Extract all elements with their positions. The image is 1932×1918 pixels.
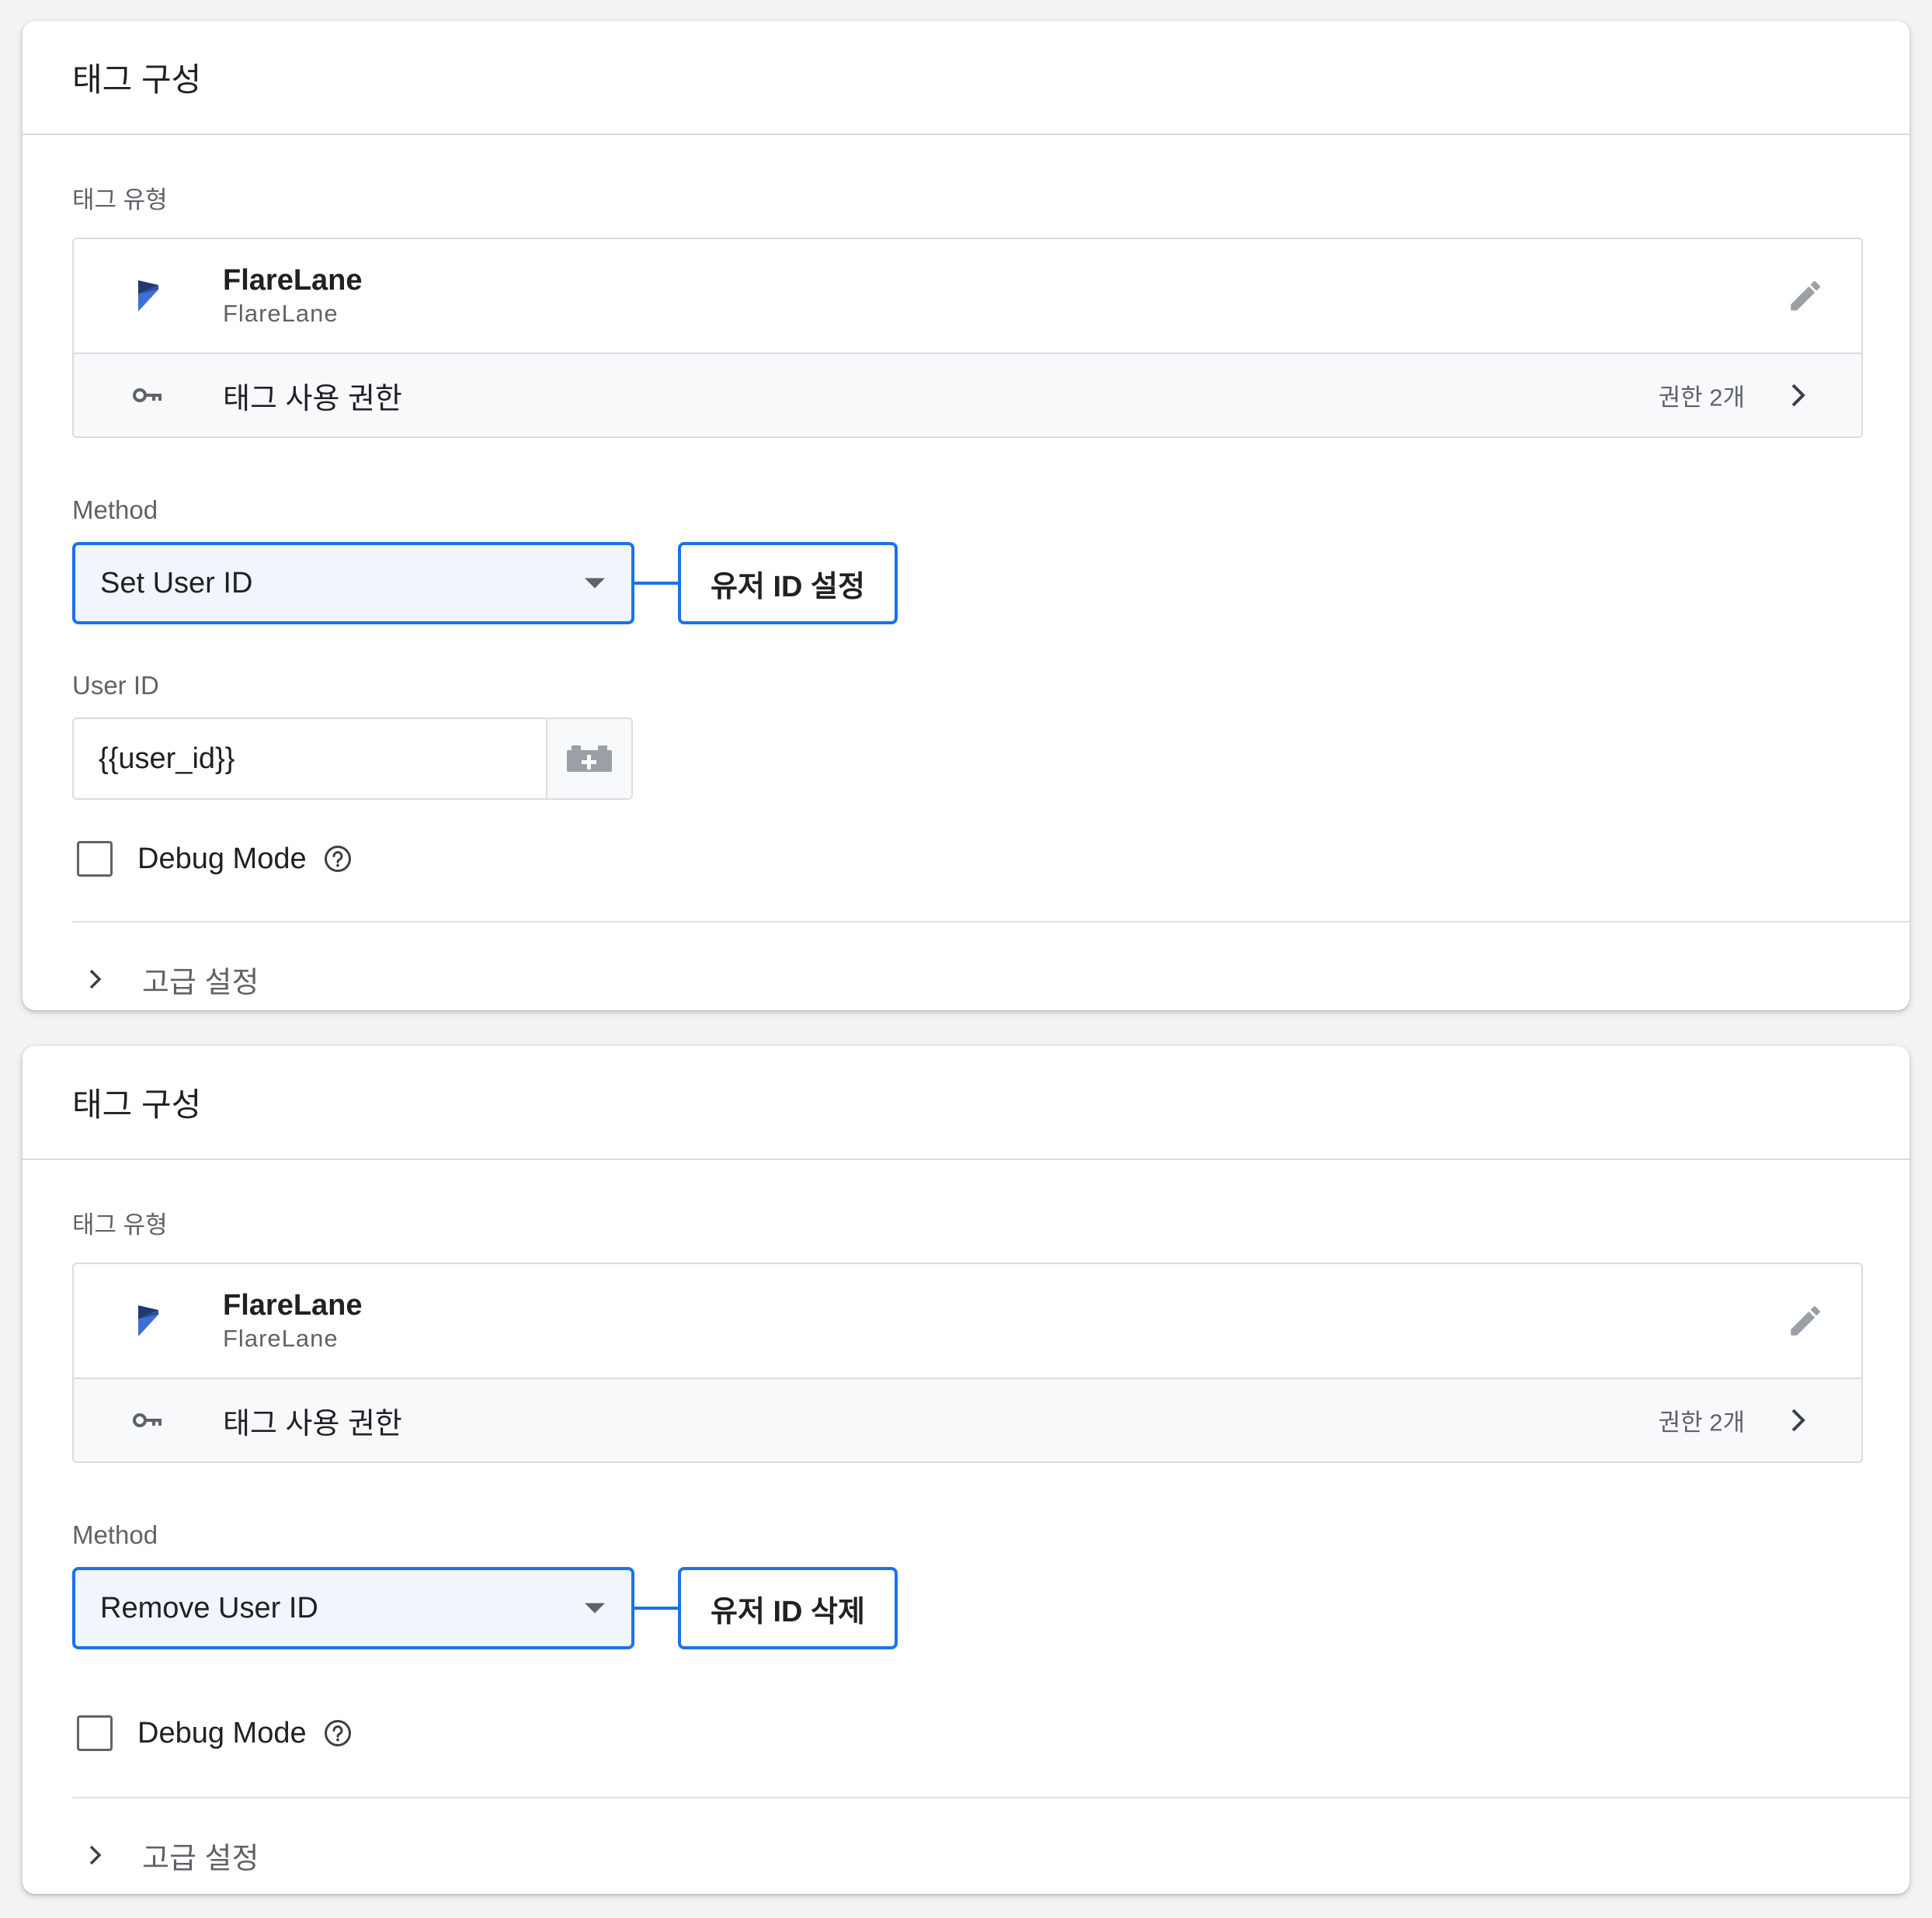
tag-vendor: FlareLane: [223, 300, 339, 327]
dropdown-arrow-icon: [585, 578, 605, 589]
key-icon: [74, 386, 223, 405]
debug-mode-checkbox[interactable]: [77, 841, 113, 877]
card-title: 태그 구성: [72, 1086, 202, 1123]
dropdown-arrow-icon: [585, 1603, 605, 1614]
edit-pencil-icon[interactable]: [1784, 274, 1827, 318]
advanced-settings-label: 고급 설정: [142, 1842, 259, 1875]
permissions-label: 태그 사용 권한: [223, 382, 402, 415]
tag-type-label: 태그 유형: [72, 1211, 168, 1239]
debug-mode-label: Debug Mode: [137, 1716, 307, 1749]
debug-mode-row: Debug Mode: [72, 1710, 1860, 1756]
callout-annotation: 유저 ID 설정: [678, 542, 898, 624]
edit-pencil-icon[interactable]: [1784, 1299, 1827, 1343]
flarelane-logo-icon: [74, 279, 223, 313]
tag-type-box: FlareLane FlareLane 태그 사용 권한 권한 2개: [72, 238, 1863, 438]
debug-mode-checkbox[interactable]: [77, 1715, 113, 1751]
key-icon: [74, 1411, 223, 1430]
callout-connector: [634, 1607, 678, 1610]
user-id-label: User ID: [72, 671, 159, 700]
permissions-count: 권한 2개: [1658, 384, 1745, 412]
variable-picker-icon[interactable]: [546, 719, 631, 798]
method-label: Method: [72, 1520, 158, 1549]
method-select-value: Remove User ID: [100, 1591, 318, 1624]
advanced-settings-toggle[interactable]: 고급 설정: [72, 923, 1860, 1010]
tag-type-box: FlareLane FlareLane 태그 사용 권한 권한 2개: [72, 1263, 1863, 1463]
help-icon[interactable]: [324, 845, 352, 873]
tag-name: FlareLane: [223, 264, 363, 297]
method-select[interactable]: Set User ID: [72, 542, 634, 624]
card-header: 태그 구성: [23, 21, 1909, 135]
method-row: Set User ID 유저 ID 설정: [72, 542, 1860, 624]
tag-names: FlareLane FlareLane: [223, 262, 363, 329]
card-title: 태그 구성: [72, 61, 202, 98]
tag-config-card-set-user-id: 태그 구성 태그 유형 FlareLane FlareLane 태그 사용 권한…: [23, 21, 1909, 1010]
flarelane-logo-icon: [74, 1304, 223, 1338]
help-icon[interactable]: [324, 1719, 352, 1747]
callout-annotation: 유저 ID 삭제: [678, 1567, 898, 1649]
user-id-field: [72, 718, 633, 800]
tag-name: FlareLane: [223, 1289, 363, 1322]
chevron-right-icon: [72, 968, 119, 991]
tag-type-row[interactable]: FlareLane FlareLane: [74, 239, 1861, 353]
callout-connector: [634, 582, 678, 585]
debug-mode-label: Debug Mode: [137, 842, 307, 875]
tag-permissions-row[interactable]: 태그 사용 권한 권한 2개: [74, 353, 1861, 436]
chevron-right-icon: [1787, 1405, 1810, 1436]
method-select-value: Set User ID: [100, 566, 253, 599]
method-row: Remove User ID 유저 ID 삭제: [72, 1567, 1860, 1649]
chevron-right-icon: [1787, 380, 1810, 411]
method-label: Method: [72, 495, 158, 524]
tag-vendor: FlareLane: [223, 1325, 339, 1352]
tag-names: FlareLane FlareLane: [223, 1287, 363, 1354]
card-header: 태그 구성: [23, 1046, 1909, 1160]
user-id-input[interactable]: [74, 719, 546, 798]
advanced-settings-toggle[interactable]: 고급 설정: [72, 1798, 1860, 1894]
tag-type-label: 태그 유형: [72, 186, 168, 214]
card-body: 태그 유형 FlareLane FlareLane 태그 사용 권한 권한 2개…: [23, 180, 1909, 1010]
permissions-count: 권한 2개: [1658, 1409, 1745, 1437]
advanced-settings-label: 고급 설정: [142, 966, 259, 999]
chevron-right-icon: [72, 1843, 119, 1867]
tag-config-card-remove-user-id: 태그 구성 태그 유형 FlareLane FlareLane 태그 사용 권한…: [23, 1046, 1909, 1894]
tag-permissions-row[interactable]: 태그 사용 권한 권한 2개: [74, 1378, 1861, 1461]
card-body: 태그 유형 FlareLane FlareLane 태그 사용 권한 권한 2개…: [23, 1205, 1909, 1894]
debug-mode-row: Debug Mode: [72, 836, 1860, 882]
tag-type-row[interactable]: FlareLane FlareLane: [74, 1264, 1861, 1378]
permissions-label: 태그 사용 권한: [223, 1407, 402, 1440]
method-select[interactable]: Remove User ID: [72, 1567, 634, 1649]
